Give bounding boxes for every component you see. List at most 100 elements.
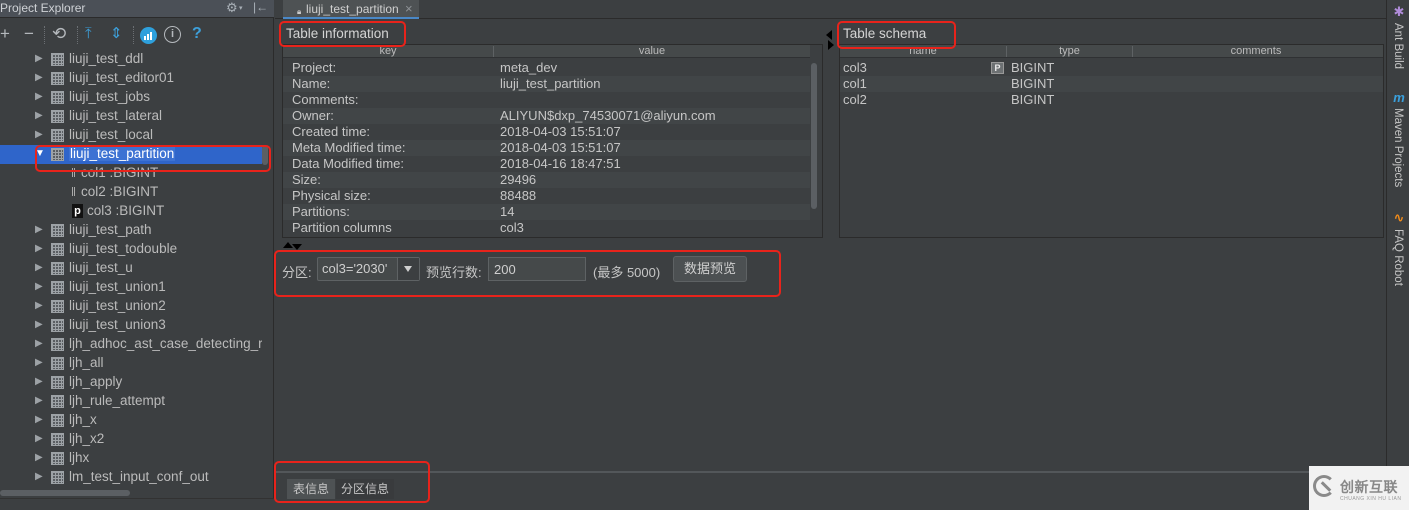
table-information-row[interactable]: Partitions: 14 — [283, 204, 810, 220]
tree-item-table[interactable]: ▶ liuji_test_lateral — [0, 107, 262, 126]
expand-all-icon[interactable]: ⤒ — [85, 23, 92, 45]
faq-robot-tool[interactable]: ∿ FAQ Robot — [1389, 210, 1409, 286]
ant-build-tool[interactable]: ✱ Ant Build — [1389, 4, 1409, 69]
remove-icon[interactable]: − — [24, 23, 34, 45]
hide-panel-icon[interactable]: |← — [253, 0, 268, 14]
chevron-right-icon[interactable]: ▶ — [35, 110, 43, 121]
tree-item-table[interactable]: ▶ liuji_test_ddl — [0, 50, 262, 69]
chevron-right-icon[interactable]: ▶ — [35, 338, 43, 349]
table-information-scrollbar[interactable] — [811, 63, 817, 209]
chevron-right-icon[interactable]: ▶ — [35, 243, 43, 254]
chevron-right-icon[interactable]: ▶ — [35, 376, 43, 387]
info-value: col3 — [500, 220, 524, 235]
table-information-row[interactable]: Owner: ALIYUN$dxp_74530071@aliyun.com — [283, 108, 810, 124]
expand-right-icon[interactable] — [828, 40, 834, 50]
collapse-left-icon[interactable] — [826, 30, 832, 40]
tree-item-table[interactable]: ▶ ljhx — [0, 449, 262, 468]
chevron-right-icon[interactable]: ▶ — [35, 395, 43, 406]
preview-rows-input[interactable] — [488, 257, 586, 281]
tree-item-table[interactable]: ▶ liuji_test_local — [0, 126, 262, 145]
column-header-name[interactable]: name — [840, 45, 1006, 58]
help-icon[interactable]: ? — [192, 23, 202, 45]
table-information-row[interactable]: Comments: — [283, 92, 810, 108]
tree-item-table[interactable]: ▶ liuji_test_union2 — [0, 297, 262, 316]
tree-item-table[interactable]: ▶ ljh_apply — [0, 373, 262, 392]
tree-item-table[interactable]: ▶ liuji_test_todouble — [0, 240, 262, 259]
table-schema-row[interactable]: col2 BIGINT — [840, 92, 1383, 108]
tree-item-column[interactable]: p col3 :BIGINT — [0, 202, 262, 221]
info-value: 29496 — [500, 172, 537, 187]
tab-liuji-test-partition[interactable]: 🔒︎ liuji_test_partition × — [283, 0, 419, 19]
info-value: 2018-04-03 15:51:07 — [500, 124, 621, 139]
expand-down-icon[interactable] — [292, 244, 302, 250]
chevron-right-icon[interactable]: ▶ — [35, 224, 43, 235]
statistics-icon[interactable] — [140, 27, 157, 44]
tree-item-label: liuji_test_union3 — [69, 317, 166, 332]
dropdown-button[interactable] — [397, 258, 419, 280]
tree-item-table[interactable]: ▶ liuji_test_union3 — [0, 316, 262, 335]
tab-partition-info[interactable]: 分区信息 — [336, 479, 394, 499]
chevron-right-icon[interactable]: ▶ — [35, 262, 43, 273]
chevron-right-icon[interactable]: ▶ — [35, 72, 43, 83]
chevron-down-icon[interactable]: ▼ — [35, 148, 45, 159]
maven-projects-tool[interactable]: m Maven Projects — [1389, 90, 1409, 187]
tree-item-table[interactable]: ▶ liuji_test_path — [0, 221, 262, 240]
info-icon[interactable]: i — [164, 26, 181, 43]
collapse-all-icon[interactable]: ⇕ — [110, 23, 123, 45]
project-tree: ▶ liuji_test_ddl ▶ liuji_test_editor01 ▶ liuj… — [0, 49, 262, 489]
info-key: Partition columns — [292, 220, 392, 235]
tree-horizontal-scrollbar[interactable] — [0, 490, 130, 496]
tree-item-table[interactable]: ▶ ljh_all — [0, 354, 262, 373]
table-information-row[interactable]: Meta Modified time: 2018-04-03 15:51:07 — [283, 140, 810, 156]
column-header-value[interactable]: value — [494, 45, 810, 58]
tree-vertical-scrollbar[interactable] — [262, 145, 268, 165]
tree-item-table[interactable]: ▶ liuji_test_u — [0, 259, 262, 278]
chevron-right-icon[interactable]: ▶ — [35, 471, 43, 482]
chevron-right-icon[interactable]: ▶ — [35, 53, 43, 64]
table-schema-row[interactable]: col1 BIGINT — [840, 76, 1383, 92]
table-information-row[interactable]: Project: meta_dev — [283, 60, 810, 76]
tree-item-column[interactable]: col1 :BIGINT — [0, 164, 262, 183]
column-header-key[interactable]: key — [283, 45, 493, 58]
table-information-row[interactable]: Data Modified time: 2018-04-16 18:47:51 — [283, 156, 810, 172]
tree-item-table[interactable]: ▶ liuji_test_jobs — [0, 88, 262, 107]
table-icon — [51, 395, 64, 408]
table-information-row[interactable]: Partition columns col3 — [283, 220, 810, 236]
table-schema-row[interactable]: col3 P BIGINT — [840, 60, 1383, 76]
tree-item-table[interactable]: ▶ ljh_x — [0, 411, 262, 430]
add-icon[interactable]: + — [0, 23, 10, 45]
refresh-icon[interactable]: ⟲ — [52, 23, 66, 45]
tab-table-info[interactable]: 表信息 — [287, 479, 335, 499]
tree-item-table[interactable]: ▶ ljh_adhoc_ast_case_detecting_r — [0, 335, 262, 354]
chevron-right-icon[interactable]: ▶ — [35, 129, 43, 140]
table-information-row[interactable]: Created time: 2018-04-03 15:51:07 — [283, 124, 810, 140]
close-icon[interactable]: × — [405, 1, 413, 16]
tree-item-table[interactable]: ▶ liuji_test_editor01 — [0, 69, 262, 88]
table-information-row[interactable]: Name: liuji_test_partition — [283, 76, 810, 92]
maven-projects-label: Maven Projects — [1392, 108, 1404, 188]
tree-item-table[interactable]: ▶ lm_test_input_conf_out — [0, 468, 262, 487]
chevron-down-icon[interactable]: ▾ — [239, 4, 243, 12]
chevron-right-icon[interactable]: ▶ — [35, 91, 43, 102]
tree-item-table[interactable]: ▶ ljh_rule_attempt — [0, 392, 262, 411]
column-header-comments[interactable]: comments — [1133, 45, 1379, 58]
column-header-type[interactable]: type — [1007, 45, 1132, 58]
tree-item-table[interactable]: ▼ liuji_test_partition — [0, 145, 262, 164]
partition-select[interactable]: col3='2030' — [317, 257, 420, 281]
info-key: Comments: — [292, 92, 359, 107]
chevron-right-icon[interactable]: ▶ — [35, 452, 43, 463]
table-information-row[interactable]: Size: 29496 — [283, 172, 810, 188]
chevron-right-icon[interactable]: ▶ — [35, 414, 43, 425]
tree-item-table[interactable]: ▶ ljh_x2 — [0, 430, 262, 449]
tree-item-column[interactable]: col2 :BIGINT — [0, 183, 262, 202]
chevron-right-icon[interactable]: ▶ — [35, 433, 43, 444]
table-icon — [51, 357, 64, 370]
chevron-right-icon[interactable]: ▶ — [35, 357, 43, 368]
chevron-right-icon[interactable]: ▶ — [35, 300, 43, 311]
gear-icon[interactable]: ⚙ — [226, 0, 238, 16]
table-information-row[interactable]: Physical size: 88488 — [283, 188, 810, 204]
chevron-right-icon[interactable]: ▶ — [35, 319, 43, 330]
chevron-right-icon[interactable]: ▶ — [35, 281, 43, 292]
data-preview-button[interactable]: 数据预览 — [673, 256, 747, 282]
tree-item-table[interactable]: ▶ liuji_test_union1 — [0, 278, 262, 297]
